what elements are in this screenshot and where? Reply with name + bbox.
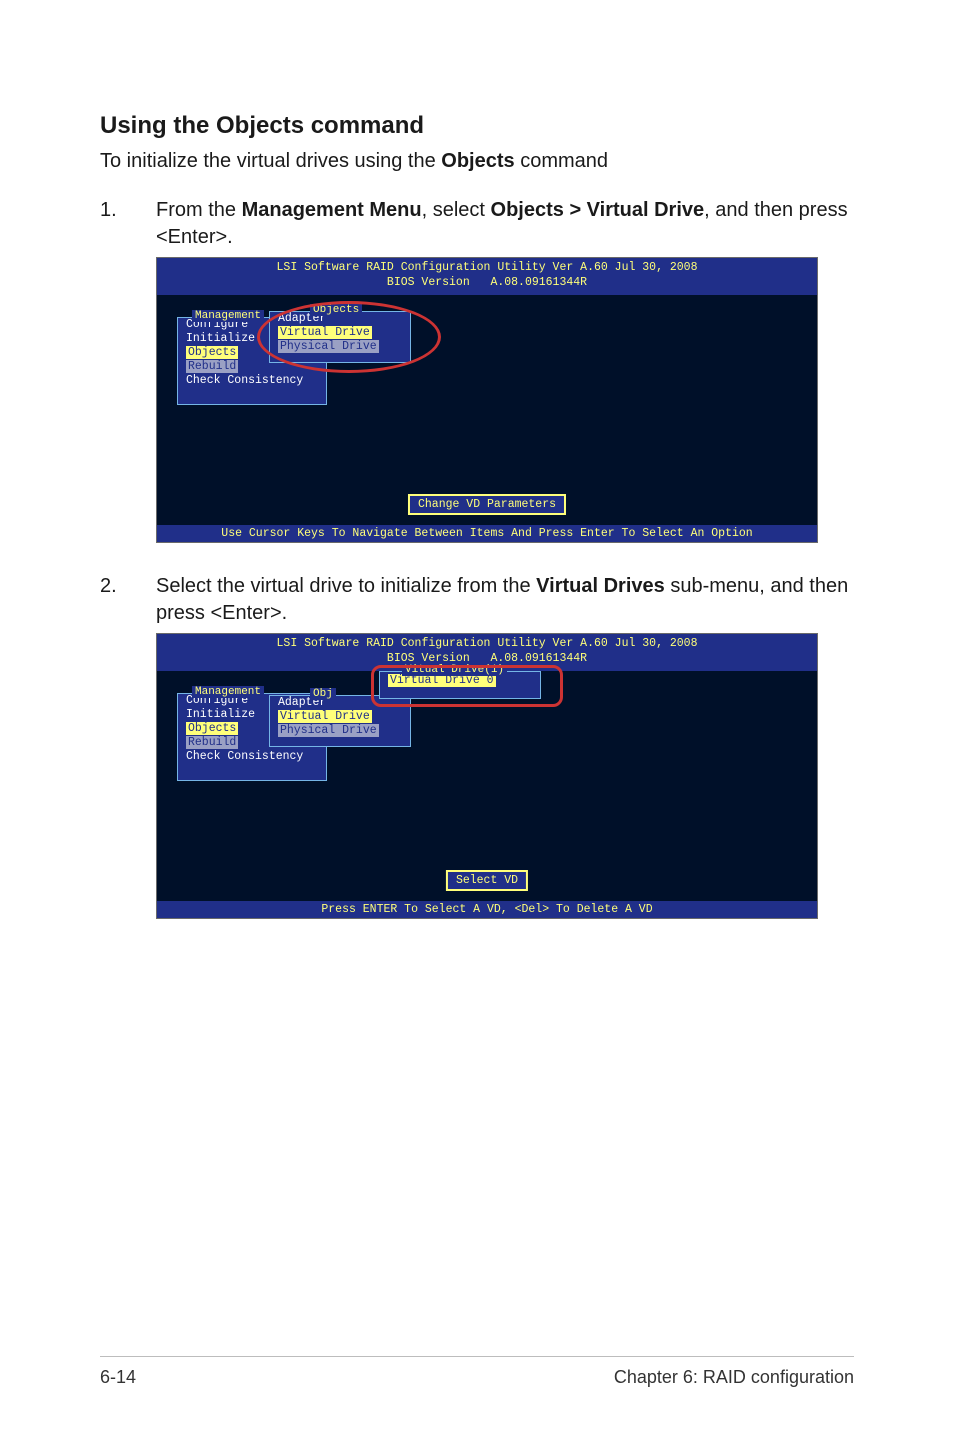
virtual-drive-panel: Vitual Drive(1) Virtual Drive 0 <box>379 671 541 699</box>
section-heading: Using the Objects command <box>100 112 854 140</box>
menu-item-check-consistency: Check Consistency <box>178 374 326 388</box>
submenu-item-virtual-drive: Virtual Drive <box>270 710 410 724</box>
objects-word: Objects <box>441 150 514 172</box>
status-bar: Change VD Parameters <box>408 494 566 515</box>
bios-footer: Use Cursor Keys To Navigate Between Item… <box>157 525 817 542</box>
status-bar: Select VD <box>446 870 528 891</box>
submenu-item-physical-drive: Physical Drive <box>270 340 410 354</box>
muted-item: Rebuild <box>186 736 238 749</box>
step-number: 1. <box>100 197 156 251</box>
bios-screenshot-2: LSI Software RAID Configuration Utility … <box>156 633 818 919</box>
step-2: 2. Select the virtual drive to initializ… <box>100 573 854 627</box>
submenu-item-virtual-drive: Virtual Drive <box>270 326 410 340</box>
text: command <box>515 150 608 172</box>
management-menu-term: Management Menu <box>242 199 422 221</box>
bios-body: Management Configure Initialize Objects … <box>157 295 817 525</box>
page-footer: 6-14 Chapter 6: RAID configuration <box>100 1356 854 1388</box>
muted-item: Physical Drive <box>278 724 379 737</box>
bios-title-line2: BIOS Version A.08.09161344R <box>387 276 587 289</box>
panel-title-objects-short: Obj <box>310 688 336 700</box>
panel-title-management: Management <box>192 686 264 698</box>
chapter-label: Chapter 6: RAID configuration <box>614 1367 854 1388</box>
step-body: From the Management Menu, select Objects… <box>156 197 854 251</box>
objects-submenu-panel: Objects Adapter Virtual Drive Physical D… <box>269 311 411 363</box>
highlighted-item: Virtual Drive <box>278 710 372 723</box>
text: , select <box>422 199 491 221</box>
text: From the <box>156 199 242 221</box>
objects-submenu-panel: Obj Adapter Virtual Drive Physical Drive <box>269 695 411 747</box>
text: To initialize the virtual drives using t… <box>100 150 441 172</box>
bios-header: LSI Software RAID Configuration Utility … <box>157 258 817 295</box>
highlighted-item: Objects <box>186 346 238 359</box>
intro-paragraph: To initialize the virtual drives using t… <box>100 148 854 175</box>
menu-path: Objects > Virtual Drive <box>491 199 705 221</box>
muted-item: Physical Drive <box>278 340 379 353</box>
highlighted-item: Objects <box>186 722 238 735</box>
bios-screenshot-1: LSI Software RAID Configuration Utility … <box>156 257 818 543</box>
muted-item: Rebuild <box>186 360 238 373</box>
virtual-drives-term: Virtual Drives <box>536 575 665 597</box>
step-body: Select the virtual drive to initialize f… <box>156 573 854 627</box>
bios-footer: Press ENTER To Select A VD, <Del> To Del… <box>157 901 817 918</box>
panel-title-vd: Vitual Drive(1) <box>402 664 507 676</box>
submenu-item-physical-drive: Physical Drive <box>270 724 410 738</box>
panel-title-management: Management <box>192 310 264 322</box>
highlighted-item: Virtual Drive <box>278 326 372 339</box>
bios-title-line1: LSI Software RAID Configuration Utility … <box>277 637 698 650</box>
page-number: 6-14 <box>100 1367 136 1388</box>
menu-item-check-consistency: Check Consistency <box>178 750 326 764</box>
bios-title-line1: LSI Software RAID Configuration Utility … <box>277 261 698 274</box>
panel-title-objects: Objects <box>310 304 362 316</box>
step-number: 2. <box>100 573 156 627</box>
text: Select the virtual drive to initialize f… <box>156 575 536 597</box>
step-1: 1. From the Management Menu, select Obje… <box>100 197 854 251</box>
bios-body: Management Configure Initialize Objects … <box>157 671 817 901</box>
